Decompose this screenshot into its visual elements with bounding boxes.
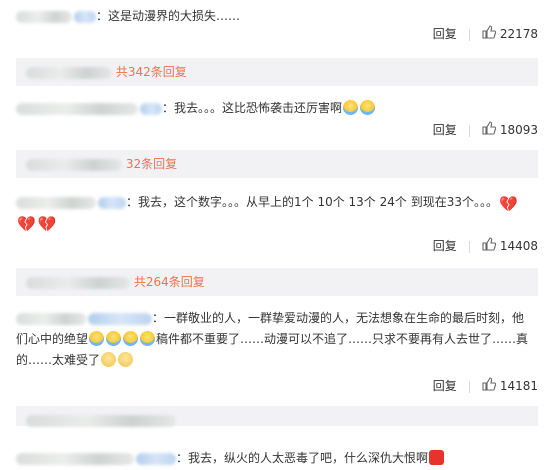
sub-replies-bar: 32条回复 [16,150,538,178]
thumbs-up-icon[interactable] [482,24,497,45]
comment-text-line2b: 稿件都不重要了……动漫可以不追了……只求不要再有人去世了……真 [156,332,529,346]
comment-3-body-line2: 💔 💔 [16,212,540,233]
like-count: 22178 [499,27,538,41]
comment-1-actions: 回复 22178 [433,24,538,44]
user-badge-blurred [98,196,126,209]
user-badge-blurred [88,312,152,325]
comment-3-actions: 回复 14408 [433,236,538,256]
username-blurred[interactable] [16,452,134,465]
comment-5-body: ：我去，纵火的人太恶毒了吧，什么深仇大恨啊 [16,448,540,469]
comment-text-line2a: 们心中的绝望 [16,332,89,346]
sub-replies-bar [16,406,538,427]
comment-text: ：这是动漫界的大损失…… [96,9,241,23]
comment-4-body-line2: 们心中的绝望 稿件都不重要了……动漫可以不追了……只求不要再有人去世了……真 [16,329,540,350]
reply-button[interactable]: 回复 [433,239,457,253]
crying-face-icon [360,100,376,115]
comment-text-line1: ：一群敬业的人，一群挚爱动漫的人，无法想象在生命的最后时刻，他 [152,311,525,325]
crying-face-icon [89,331,105,346]
comment-4-body-line3: 的……太难受了 [16,350,540,371]
red-envelope-icon [429,450,445,465]
sub-replies-bar: 共264条回复 [16,268,538,296]
crying-face-icon [343,100,359,115]
username-blurred[interactable] [16,312,86,325]
like-count: 14181 [499,379,538,393]
username-blurred[interactable] [16,196,96,209]
view-replies-link[interactable]: 32条回复 [126,157,177,171]
user-badge-blurred [74,10,96,23]
sub-reply-preview-blurred [26,158,122,171]
view-replies-link[interactable]: 共342条回复 [116,65,187,79]
like-count: 14408 [499,239,538,253]
thumbs-up-icon[interactable] [482,120,497,141]
sub-reply-preview-blurred [26,414,176,427]
comment-text-line3: 的……太难受了 [16,353,101,367]
reply-button[interactable]: 回复 [433,379,457,393]
crying-face-icon [140,331,156,346]
username-blurred[interactable] [16,10,72,23]
user-badge-blurred [136,452,176,465]
thumbs-up-icon[interactable] [482,236,497,257]
divider [468,124,470,137]
divider [468,28,470,41]
crying-face-icon [123,331,139,346]
comment-text: ：我去，纵火的人太恶毒了吧，什么深仇大恨啊 [176,451,429,465]
divider [468,240,470,253]
sub-replies-bar: 共342条回复 [16,58,538,86]
reply-button[interactable]: 回复 [433,123,457,137]
comment-2-actions: 回复 18093 [433,120,538,140]
comment-4-body-line1: ：一群敬业的人，一群挚爱动漫的人，无法想象在生命的最后时刻，他 [16,308,540,329]
username-blurred[interactable] [16,102,138,115]
user-badge-blurred [140,102,162,115]
broken-heart-icon: 💔 [37,215,57,233]
comment-4-actions: 回复 14181 [433,376,538,396]
broken-heart-icon: 💔 [498,195,518,213]
sad-face-icon [101,352,117,367]
sub-reply-preview-blurred [26,66,112,79]
view-replies-link[interactable]: 共264条回复 [134,275,205,289]
comment-3-body-line1: ：我去，这个数字。。。从早上的1个 10个 13个 24个 到现在33个。。。💔 [16,192,540,213]
thumbs-up-icon[interactable] [482,376,497,397]
crying-face-icon [106,331,122,346]
divider [468,380,470,393]
like-count: 18093 [499,123,538,137]
reply-button[interactable]: 回复 [433,27,457,41]
comment-text: ：我去。。。这比恐怖袭击还厉害啊 [162,101,343,115]
sub-reply-preview-blurred [26,276,130,289]
comment-text: ：我去，这个数字。。。从早上的1个 10个 13个 24个 到现在33个。。。 [126,195,498,209]
broken-heart-icon: 💔 [17,215,36,233]
comment-2-body: ：我去。。。这比恐怖袭击还厉害啊 [16,98,540,119]
sad-face-icon [118,352,134,367]
